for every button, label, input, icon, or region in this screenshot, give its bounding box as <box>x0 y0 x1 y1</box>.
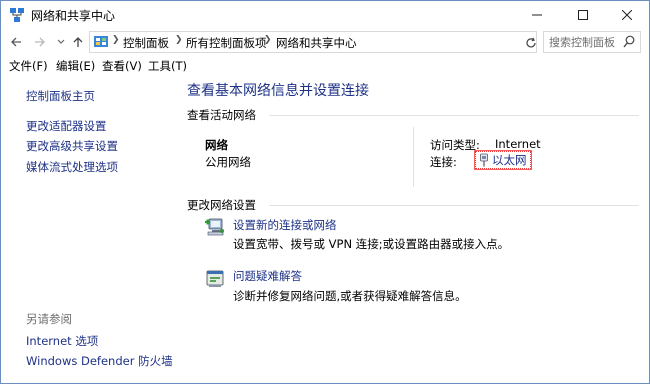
section-divider <box>269 115 639 116</box>
new-connection-icon <box>205 218 224 236</box>
left-pane: 控制面板主页 更改适配器设置 更改高级共享设置 媒体流式处理选项 另请参阅 In… <box>1 75 177 383</box>
active-networks-heading: 查看活动网络 <box>187 108 256 122</box>
maximize-button[interactable] <box>561 1 605 29</box>
breadcrumb-separator[interactable]: ❯ <box>112 35 120 45</box>
menu-view[interactable]: 查看(V) <box>102 58 142 74</box>
maximize-icon <box>578 10 588 20</box>
vertical-divider <box>413 127 414 187</box>
ethernet-connection-label[interactable]: 以太网 <box>492 152 527 168</box>
refresh-button[interactable] <box>521 34 539 52</box>
access-type-label: 访问类型: <box>430 138 480 152</box>
search-box[interactable] <box>543 31 641 53</box>
window-title: 网络和共享中心 <box>31 9 116 23</box>
internet-options-link[interactable]: Internet 选项 <box>26 333 98 349</box>
breadcrumb-all-items[interactable]: 所有控制面板项 <box>186 35 267 51</box>
troubleshoot-icon <box>206 270 224 287</box>
close-icon <box>622 10 632 20</box>
network-center-icon <box>10 8 24 22</box>
breadcrumb-separator[interactable]: ❯ <box>175 35 183 45</box>
menu-tools[interactable]: 工具(T) <box>148 58 187 74</box>
close-button[interactable] <box>605 1 649 29</box>
section-divider <box>269 205 639 206</box>
network-type[interactable]: 公用网络 <box>205 154 251 170</box>
up-arrow-icon <box>73 37 83 47</box>
window: 网络和共享中心 ❯ 控制面板 ❯ 所有控制面板项 ❯ 网络和共享中心 搜索控制面… <box>0 0 650 384</box>
search-input[interactable] <box>549 34 621 50</box>
change-adapter-settings-link[interactable]: 更改适配器设置 <box>26 118 107 134</box>
chevron-down-icon <box>57 39 65 44</box>
minimize-icon <box>532 14 542 16</box>
see-also-label: 另请参阅 <box>26 312 72 326</box>
back-arrow-icon <box>11 37 21 47</box>
media-streaming-options-link[interactable]: 媒体流式处理选项 <box>26 159 118 175</box>
minimize-button[interactable] <box>515 1 559 29</box>
main-pane: 查看基本网络信息并设置连接 查看活动网络 网络 公用网络 访问类型: Inter… <box>177 75 649 383</box>
breadcrumb-network-center[interactable]: 网络和共享中心 <box>276 35 357 51</box>
network-name: 网络 <box>205 138 228 152</box>
change-advanced-sharing-link[interactable]: 更改高级共享设置 <box>26 138 118 154</box>
forward-arrow-icon <box>35 37 45 47</box>
connections-label: 连接: <box>430 155 457 169</box>
menu-edit[interactable]: 编辑(E) <box>56 58 95 74</box>
control-panel-icon <box>94 36 108 47</box>
menu-file[interactable]: 文件(F) <box>9 58 48 74</box>
recent-locations-button[interactable] <box>52 32 70 52</box>
up-button[interactable] <box>69 32 87 52</box>
troubleshoot-problems-description: 诊断并修复网络问题,或者获得疑难解答信息。 <box>233 289 467 303</box>
address-bar[interactable]: ❯ 控制面板 ❯ 所有控制面板项 ❯ 网络和共享中心 ∨ <box>89 31 599 53</box>
title-bar[interactable]: 网络和共享中心 <box>1 1 649 29</box>
menu-bar: 文件(F) 编辑(E) 查看(V) 工具(T) <box>1 57 649 75</box>
access-type-value: Internet <box>495 137 541 151</box>
breadcrumb-separator[interactable]: ❯ <box>264 35 272 45</box>
ethernet-connection-link[interactable]: 以太网 <box>474 150 532 170</box>
troubleshoot-problems-link[interactable]: 问题疑难解答 <box>233 268 302 284</box>
setup-new-connection-description: 设置宽带、拨号或 VPN 连接;或设置路由器或接入点。 <box>233 237 510 251</box>
windows-defender-firewall-link[interactable]: Windows Defender 防火墙 <box>26 353 173 369</box>
forward-button[interactable] <box>31 32 49 52</box>
page-title: 查看基本网络信息并设置连接 <box>187 83 369 99</box>
search-icon[interactable] <box>623 35 635 49</box>
refresh-icon <box>525 37 536 48</box>
ethernet-icon <box>480 153 488 167</box>
navigation-bar: ❯ 控制面板 ❯ 所有控制面板项 ❯ 网络和共享中心 ∨ <box>1 29 649 55</box>
breadcrumb-control-panel[interactable]: 控制面板 <box>123 35 169 51</box>
control-panel-home-link[interactable]: 控制面板主页 <box>26 88 95 104</box>
change-network-settings-heading: 更改网络设置 <box>187 198 256 212</box>
setup-new-connection-link[interactable]: 设置新的连接或网络 <box>233 217 337 233</box>
back-button[interactable] <box>7 32 25 52</box>
